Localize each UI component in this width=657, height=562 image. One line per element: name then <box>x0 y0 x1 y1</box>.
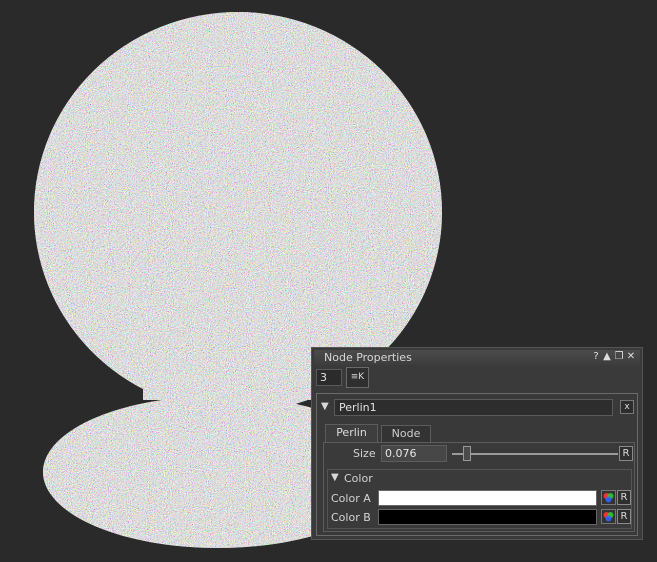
node-properties-panel: Node Properties ? ▲ ❐ ✕ 3 ≡K ▼ Perlin1 x… <box>311 347 643 540</box>
size-reset-button[interactable]: R <box>619 446 633 461</box>
node-section: ▼ Perlin1 x Perlin Node Size 0.076 R ▼ C… <box>316 393 638 536</box>
color-group-collapse-icon[interactable]: ▼ <box>331 472 339 483</box>
size-label: Size <box>353 447 376 460</box>
restore-icon[interactable]: ❐ <box>614 352 624 362</box>
node-header: ▼ Perlin1 x <box>317 394 637 416</box>
color-a-reset-button[interactable]: R <box>617 490 631 505</box>
pin-icon: ≡K <box>350 372 365 382</box>
color-b-reset-button[interactable]: R <box>617 509 631 524</box>
color-group-label: Color <box>344 472 373 485</box>
size-input[interactable]: 0.076 <box>381 445 447 462</box>
remove-node-button[interactable]: x <box>620 400 634 414</box>
color-wheel-icon <box>603 512 614 522</box>
instance-count-field[interactable]: 3 <box>316 369 342 386</box>
color-b-picker-button[interactable] <box>601 509 616 524</box>
color-a-label: Color A <box>331 492 371 505</box>
color-a-swatch[interactable] <box>378 490 597 506</box>
size-slider-track[interactable] <box>452 453 618 455</box>
size-slider-handle[interactable] <box>462 446 471 461</box>
collapse-up-icon[interactable]: ▲ <box>602 352 612 362</box>
color-group: ▼ Color Color A R Color B R <box>327 469 632 529</box>
tab-perlin[interactable]: Perlin <box>325 424 378 442</box>
perlin-tab-content: Size 0.076 R ▼ Color Color A R Color B R <box>323 442 635 532</box>
tab-node[interactable]: Node <box>381 425 431 442</box>
panel-titlebar[interactable]: Node Properties ? ▲ ❐ ✕ <box>314 350 640 365</box>
node-name-field[interactable]: Perlin1 <box>334 399 613 416</box>
help-icon[interactable]: ? <box>591 352 601 362</box>
pin-button[interactable]: ≡K <box>346 367 369 388</box>
node-collapse-icon[interactable]: ▼ <box>321 401 329 412</box>
color-b-label: Color B <box>331 511 371 524</box>
color-b-swatch[interactable] <box>378 509 597 525</box>
color-wheel-icon <box>603 493 614 503</box>
close-panel-icon[interactable]: ✕ <box>626 352 636 362</box>
color-a-picker-button[interactable] <box>601 490 616 505</box>
panel-title: Node Properties <box>324 351 412 364</box>
